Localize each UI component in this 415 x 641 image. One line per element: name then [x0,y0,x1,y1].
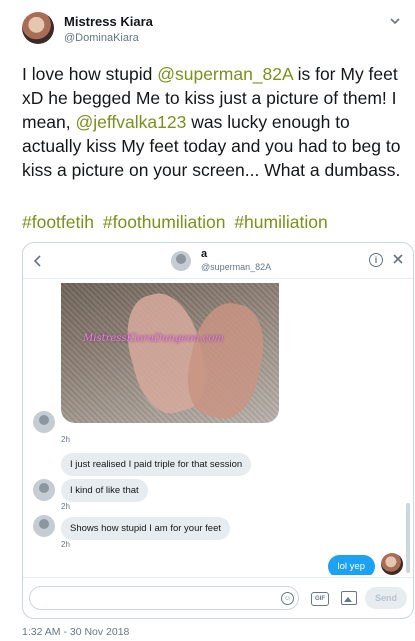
info-icon[interactable]: i [369,253,383,267]
hashtag-link[interactable]: #humiliation [234,212,327,232]
author-handle[interactable]: @DominaKiara [64,32,139,44]
chevron-down-icon[interactable] [388,14,402,28]
my-avatar [381,553,403,575]
tweet-text: I love how stupid @superman_82A is for M… [22,62,412,182]
contact-name[interactable]: a [201,248,207,260]
hashtag-link[interactable]: #foothumiliation [103,212,226,232]
close-icon[interactable] [391,251,405,267]
contact-handle: @superman_82A [201,262,272,272]
message-time: 2h [61,540,70,549]
contact-avatar [33,479,55,501]
dm-screenshot[interactable]: a @superman_82A i MistressKiaraDungeon.c… [22,242,414,619]
image-icon[interactable] [341,591,357,605]
author-name[interactable]: Mistress Kiara [64,14,153,29]
send-button[interactable]: Send [365,587,407,609]
contact-avatar[interactable] [171,251,191,271]
scrollbar[interactable] [406,283,410,575]
tweet-header: Mistress Kiara @DominaKiara [22,12,402,52]
message-bubble: I kind of like that [61,479,148,502]
message-input[interactable] [29,586,299,610]
author-avatar[interactable] [22,12,54,44]
contact-avatar [33,515,55,537]
dm-topbar: a @superman_82A i [23,243,413,279]
message-time: 2h [61,435,70,444]
feet-photo[interactable]: MistressKiaraDungeon.com [61,283,279,423]
message-time: 2h [61,502,70,511]
emoji-icon[interactable]: ☺ [281,592,294,605]
mention-link[interactable]: @superman_82A [157,64,293,84]
photo-watermark: MistressKiaraDungeon.com [83,333,224,344]
contact-avatar [33,411,55,433]
scrollbar-thumb[interactable] [406,503,410,573]
back-icon[interactable] [31,253,45,269]
message-bubble: I just realised I paid triple for that s… [61,453,252,476]
tweet-text-part: I love how stupid [22,64,158,84]
tweet-timestamp[interactable]: 1:32 AM - 30 Nov 2018 [22,626,129,638]
message-bubble: Shows how stupid I am for your feet [61,517,231,540]
mention-link[interactable]: @jeffvalka123 [76,112,187,132]
hashtags: #footfetih #foothumiliation #humiliation [22,212,332,233]
message-composer: ☺ GIF Send [23,577,413,618]
sent-message-bubble: lol yep [327,555,375,575]
gif-button[interactable]: GIF [311,592,329,606]
hashtag-link[interactable]: #footfetih [22,212,94,232]
conversation[interactable]: MistressKiaraDungeon.com 2h I just reali… [23,279,413,575]
